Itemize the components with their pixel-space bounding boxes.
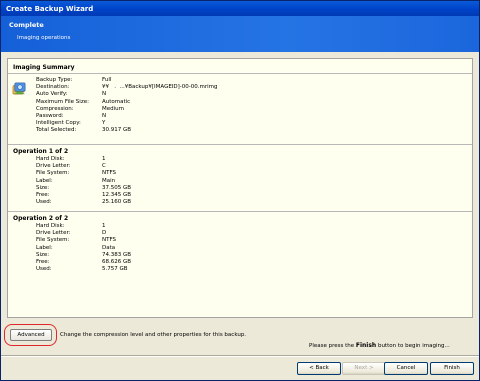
property-row: Drive Letter: C <box>36 163 131 170</box>
property-key: Drive Letter: <box>36 230 71 237</box>
property-value: Data <box>102 244 116 251</box>
summary-list: Backup Type: Full Destination: ¥¥ . ...¥Bac… <box>36 77 218 135</box>
wizard-banner: Complete Imaging operations <box>1 16 479 52</box>
property-value: NTFS <box>102 170 117 177</box>
property-row: Password: N <box>36 113 218 120</box>
property-value: ¥¥ . ...¥Backup¥[IMAGEID]-00-00.mrimg <box>102 84 218 91</box>
summary-panel: Imaging Summary Backup Type: Full Destinat… <box>7 58 473 318</box>
property-row: Label: Data <box>36 245 131 252</box>
property-value: 37.505 GB <box>102 184 132 191</box>
property-value: 68.626 GB <box>102 258 132 265</box>
property-row: Label: Main <box>36 178 131 185</box>
property-value: 1 <box>102 156 106 162</box>
property-value: Automatic <box>102 98 131 105</box>
property-value: Main <box>102 177 116 184</box>
property-row: File System: NTFS <box>36 237 131 244</box>
operation-2-header: Operation 2 of 2 <box>13 215 69 222</box>
finish-hint-bold: Finish <box>355 342 377 349</box>
property-key: Intelligent Copy: <box>36 120 81 127</box>
property-value: 12.345 GB <box>102 191 132 198</box>
property-row: Intelligent Copy: Y <box>36 120 218 127</box>
cancel-button[interactable]: Cancel <box>384 362 428 375</box>
backup-icon <box>12 82 26 95</box>
property-key: Label: <box>36 177 53 184</box>
property-row: Size: 74.383 GB <box>36 252 131 259</box>
property-key: Size: <box>36 184 50 191</box>
property-key: Compression: <box>36 105 74 112</box>
advanced-button[interactable]: Advanced <box>10 329 52 341</box>
property-row: Compression: Medium <box>36 106 218 113</box>
property-value: 30.917 GB <box>102 127 132 134</box>
property-key: Size: <box>36 251 50 258</box>
property-row: Free: 68.626 GB <box>36 259 131 266</box>
property-key: Destination: <box>36 84 70 91</box>
divider <box>8 73 472 74</box>
finish-hint: Please press the Finish button to begin … <box>309 342 450 349</box>
property-row: Auto Verify: N <box>36 91 218 98</box>
imaging-summary-header: Imaging Summary <box>13 64 75 71</box>
property-row: Used: 5.757 GB <box>36 266 131 273</box>
property-key: Total Selected: <box>36 127 77 134</box>
property-value: N <box>102 112 107 119</box>
property-key: Label: <box>36 244 53 251</box>
finish-hint-before: Please press the <box>309 343 356 349</box>
property-value: C <box>102 163 106 170</box>
property-key: Free: <box>36 258 50 265</box>
property-row: Backup Type: Full <box>36 77 218 84</box>
property-key: Backup Type: <box>36 77 73 83</box>
property-value: 1 <box>102 223 106 229</box>
property-value: Full <box>102 77 112 83</box>
wizard-window: Create Backup Wizard Complete Imaging op… <box>0 0 480 381</box>
divider <box>8 211 472 212</box>
property-key: File System: <box>36 170 70 177</box>
property-row: Total Selected: 30.917 GB <box>36 127 218 134</box>
banner-subtitle: Imaging operations <box>17 35 71 41</box>
property-value: 25.160 GB <box>102 199 132 206</box>
operation-1-list: Hard Disk: 1 Drive Letter: C File System: NTF… <box>36 156 131 206</box>
property-row: Hard Disk: 1 <box>36 223 131 230</box>
property-row: Destination: ¥¥ . ...¥Backup¥[IMAGEID]-00… <box>36 84 218 91</box>
bottom-separator-highlight <box>1 356 479 357</box>
property-key: Used: <box>36 266 52 273</box>
property-value: Y <box>102 120 106 127</box>
property-row: Size: 37.505 GB <box>36 185 131 192</box>
property-key: Hard Disk: <box>36 156 65 162</box>
property-row: File System: NTFS <box>36 170 131 177</box>
operation-1-header: Operation 1 of 2 <box>13 148 69 155</box>
property-key: Free: <box>36 191 50 198</box>
property-key: Auto Verify: <box>36 91 68 98</box>
property-key: Password: <box>36 112 64 119</box>
property-value: 5.757 GB <box>102 266 128 273</box>
property-value: 74.383 GB <box>102 251 132 258</box>
next-button[interactable]: Next > <box>342 362 386 375</box>
back-button[interactable]: < Back <box>297 362 341 375</box>
operation-2-list: Hard Disk: 1 Drive Letter: D File System: NTF… <box>36 223 131 273</box>
finish-button[interactable]: Finish <box>430 362 474 375</box>
window-title: Create Backup Wizard <box>1 1 479 16</box>
advanced-description: Change the compression level and other p… <box>60 332 247 338</box>
property-row: Free: 12.345 GB <box>36 192 131 199</box>
property-value: D <box>102 230 107 237</box>
finish-hint-after: button to begin imaging... <box>376 343 450 349</box>
property-row: Hard Disk: 1 <box>36 156 131 163</box>
property-value: NTFS <box>102 237 117 244</box>
property-key: Drive Letter: <box>36 163 71 170</box>
property-key: Hard Disk: <box>36 223 65 229</box>
property-row: Maximum File Size: Automatic <box>36 99 218 106</box>
banner-title: Complete <box>9 21 44 29</box>
property-key: Maximum File Size: <box>36 98 89 105</box>
property-row: Drive Letter: D <box>36 230 131 237</box>
property-key: File System: <box>36 237 70 244</box>
property-value: Medium <box>102 105 124 112</box>
property-key: Used: <box>36 199 52 206</box>
property-row: Used: 25.160 GB <box>36 199 131 206</box>
property-value: N <box>102 91 107 98</box>
divider <box>8 144 472 145</box>
